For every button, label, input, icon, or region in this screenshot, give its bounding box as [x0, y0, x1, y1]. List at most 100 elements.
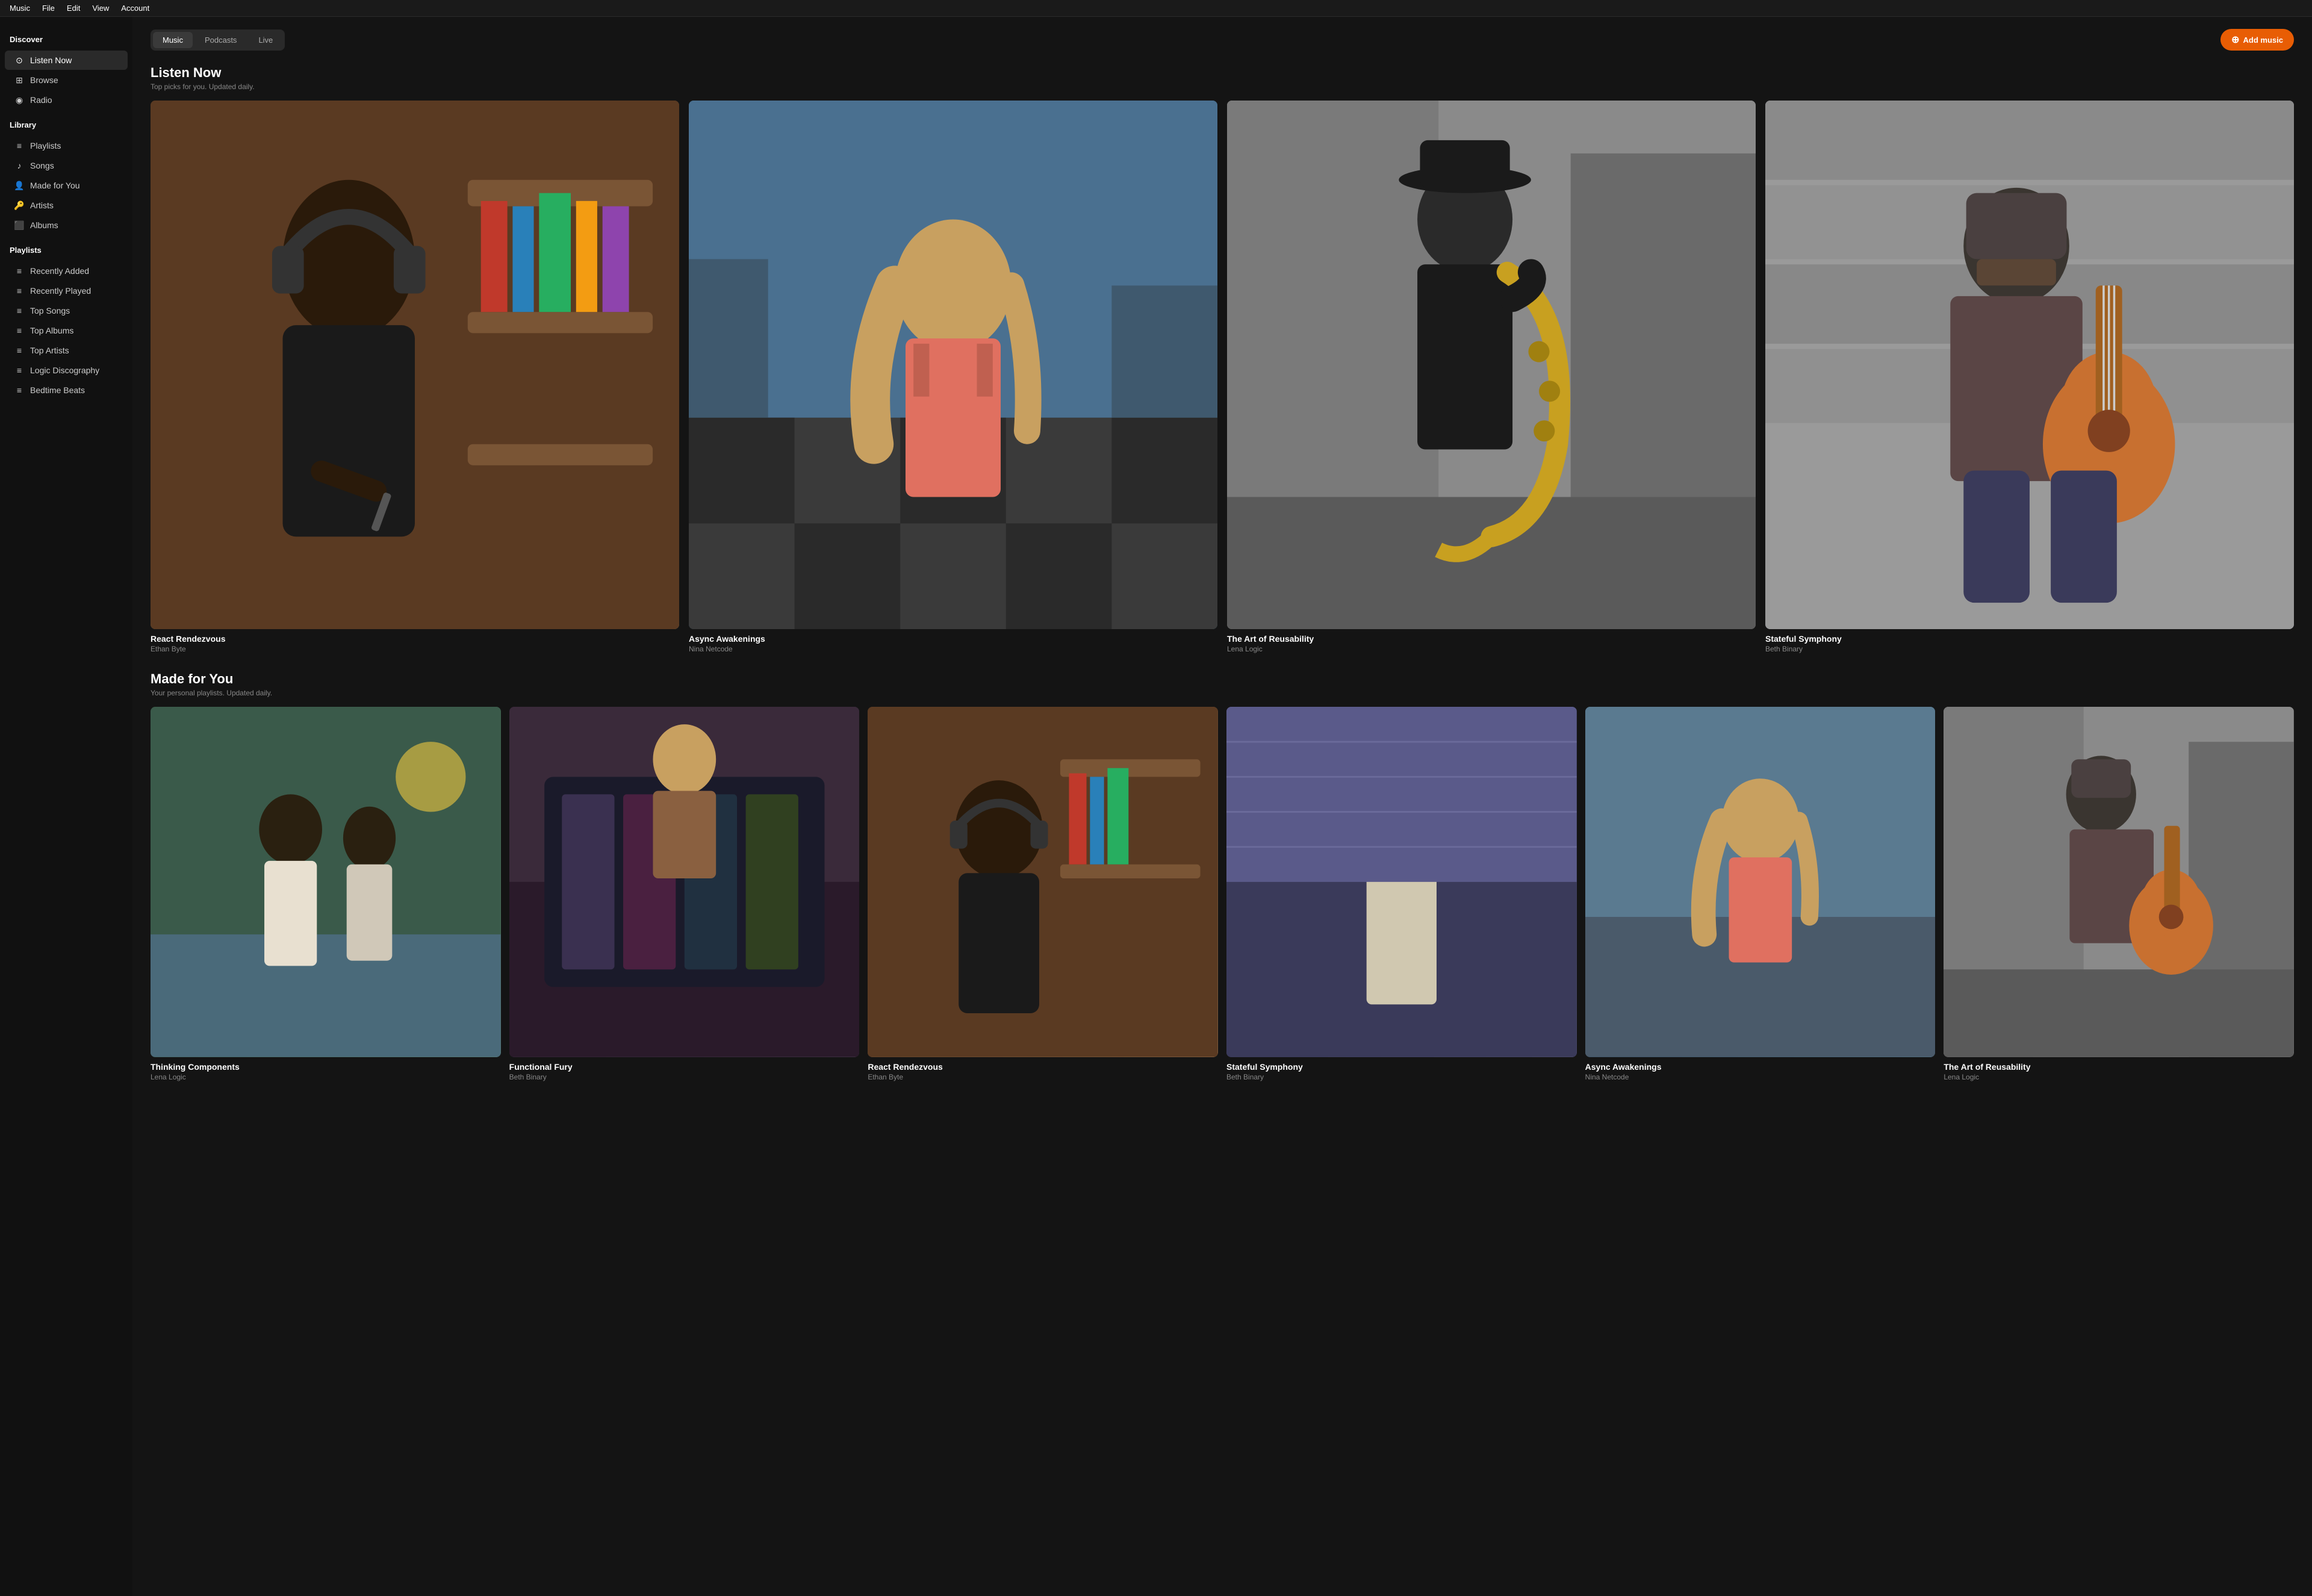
menu-account[interactable]: Account [121, 4, 149, 13]
list-icon: ≡ [14, 306, 24, 315]
album-title: React Rendezvous [151, 634, 679, 644]
sidebar-item-label: Top Artists [30, 346, 69, 355]
tabs-row: Music Podcasts Live ⊕ Add music [151, 29, 2294, 51]
tab-live[interactable]: Live [249, 32, 282, 48]
album-card-async-awakenings[interactable]: Async Awakenings Nina Netcode [689, 101, 1217, 653]
album-artist: Lena Logic [1944, 1073, 2294, 1081]
album-title: Stateful Symphony [1765, 634, 2294, 644]
album-artist: Beth Binary [1765, 645, 2294, 653]
list-icon: ≡ [14, 365, 24, 375]
sidebar-item-label: Radio [30, 95, 52, 105]
listen-now-title: Listen Now [151, 65, 2294, 81]
plus-circle-icon: ⊕ [2231, 34, 2239, 46]
album-card-thinking-components[interactable]: Thinking Components Lena Logic [151, 707, 501, 1081]
sidebar-item-label: Bedtime Beats [30, 385, 85, 395]
album-art-svg [868, 707, 1218, 1057]
key-icon: 🔑 [14, 200, 24, 210]
album-art-svg [1765, 101, 2294, 629]
music-note-icon: ♪ [14, 161, 24, 170]
album-title: Async Awakenings [1585, 1062, 1936, 1072]
tab-group: Music Podcasts Live [151, 29, 285, 51]
album-art-svg [1944, 707, 2294, 1057]
discover-section-title: Discover [0, 35, 132, 50]
sidebar-item-made-for-you[interactable]: 👤 Made for You [5, 176, 128, 195]
album-card-react-rendezvous[interactable]: React Rendezvous Ethan Byte [151, 101, 679, 653]
menu-edit[interactable]: Edit [67, 4, 80, 13]
playlist-icon: ≡ [14, 141, 24, 151]
album-card-stateful-symphony[interactable]: Stateful Symphony Beth Binary [1765, 101, 2294, 653]
sidebar-item-label: Albums [30, 220, 58, 230]
playlists-section-title: Playlists [0, 246, 132, 261]
sidebar-item-artists[interactable]: 🔑 Artists [5, 196, 128, 215]
made-for-you-header: Made for You Your personal playlists. Up… [151, 671, 2294, 697]
album-art-svg [151, 101, 679, 629]
sidebar-item-songs[interactable]: ♪ Songs [5, 156, 128, 175]
album-title: Thinking Components [151, 1062, 501, 1072]
sidebar-item-label: Songs [30, 161, 54, 170]
album-artist: Nina Netcode [689, 645, 1217, 653]
album-art-svg [151, 707, 501, 1057]
album-icon: ⬛ [14, 220, 24, 230]
sidebar-item-label: Browse [30, 75, 58, 85]
sidebar-item-logic-discography[interactable]: ≡ Logic Discography [5, 361, 128, 380]
sidebar-item-label: Top Songs [30, 306, 70, 315]
sidebar-item-radio[interactable]: ◉ Radio [5, 90, 128, 110]
album-card-stateful-symphony-small[interactable]: Stateful Symphony Beth Binary [1226, 707, 1577, 1081]
main-content: Music Podcasts Live ⊕ Add music Listen N… [132, 17, 2312, 1596]
library-section-title: Library [0, 120, 132, 135]
list-icon: ≡ [14, 326, 24, 335]
album-card-art-of-reusability[interactable]: The Art of Reusability Lena Logic [1227, 101, 1756, 653]
sidebar-item-bedtime-beats[interactable]: ≡ Bedtime Beats [5, 380, 128, 400]
album-card-react-rendezvous-small[interactable]: React Rendezvous Ethan Byte [868, 707, 1218, 1081]
album-title: The Art of Reusability [1944, 1062, 2294, 1072]
album-artist: Nina Netcode [1585, 1073, 1936, 1081]
album-title: The Art of Reusability [1227, 634, 1756, 644]
album-artist: Beth Binary [509, 1073, 860, 1081]
play-circle-icon: ⊙ [14, 55, 24, 65]
menu-music[interactable]: Music [10, 4, 30, 13]
menu-view[interactable]: View [92, 4, 109, 13]
made-for-you-grid: Thinking Components Lena Logic [151, 707, 2294, 1081]
list-icon: ≡ [14, 346, 24, 355]
sidebar-item-top-artists[interactable]: ≡ Top Artists [5, 341, 128, 360]
tab-music[interactable]: Music [153, 32, 193, 48]
album-art-svg [1226, 707, 1577, 1057]
sidebar-item-recently-added[interactable]: ≡ Recently Added [5, 261, 128, 281]
album-art-svg [509, 707, 860, 1057]
album-artist: Beth Binary [1226, 1073, 1577, 1081]
made-for-you-subtitle: Your personal playlists. Updated daily. [151, 689, 2294, 697]
album-artist: Ethan Byte [151, 645, 679, 653]
list-icon: ≡ [14, 286, 24, 296]
album-title: Functional Fury [509, 1062, 860, 1072]
person-icon: 👤 [14, 181, 24, 190]
sidebar-item-top-songs[interactable]: ≡ Top Songs [5, 301, 128, 320]
add-music-button[interactable]: ⊕ Add music [2220, 29, 2294, 51]
sidebar-item-label: Recently Added [30, 266, 89, 276]
sidebar-item-browse[interactable]: ⊞ Browse [5, 70, 128, 90]
album-card-art-of-reusability-small[interactable]: The Art of Reusability Lena Logic [1944, 707, 2294, 1081]
made-for-you-title: Made for You [151, 671, 2294, 687]
album-artist: Lena Logic [1227, 645, 1756, 653]
sidebar-item-listen-now[interactable]: ⊙ Listen Now [5, 51, 128, 70]
album-card-async-awakenings-small[interactable]: Async Awakenings Nina Netcode [1585, 707, 1936, 1081]
menubar: Music File Edit View Account [0, 0, 2312, 17]
list-icon: ≡ [14, 385, 24, 395]
album-artist: Ethan Byte [868, 1073, 1218, 1081]
album-art-svg [689, 101, 1217, 629]
sidebar-item-playlists[interactable]: ≡ Playlists [5, 136, 128, 155]
sidebar-item-label: Made for You [30, 181, 80, 190]
listen-now-header: Listen Now Top picks for you. Updated da… [151, 65, 2294, 91]
sidebar-item-top-albums[interactable]: ≡ Top Albums [5, 321, 128, 340]
sidebar-item-label: Listen Now [30, 55, 72, 65]
album-card-functional-fury[interactable]: Functional Fury Beth Binary [509, 707, 860, 1081]
sidebar-item-recently-played[interactable]: ≡ Recently Played [5, 281, 128, 300]
menu-file[interactable]: File [42, 4, 55, 13]
sidebar-item-label: Playlists [30, 141, 61, 151]
sidebar: Discover ⊙ Listen Now ⊞ Browse ◉ Radio L… [0, 17, 132, 1596]
listen-now-grid: React Rendezvous Ethan Byte [151, 101, 2294, 653]
album-title: Async Awakenings [689, 634, 1217, 644]
album-artist: Lena Logic [151, 1073, 501, 1081]
sidebar-item-albums[interactable]: ⬛ Albums [5, 216, 128, 235]
tab-podcasts[interactable]: Podcasts [195, 32, 246, 48]
add-music-label: Add music [2243, 36, 2283, 45]
